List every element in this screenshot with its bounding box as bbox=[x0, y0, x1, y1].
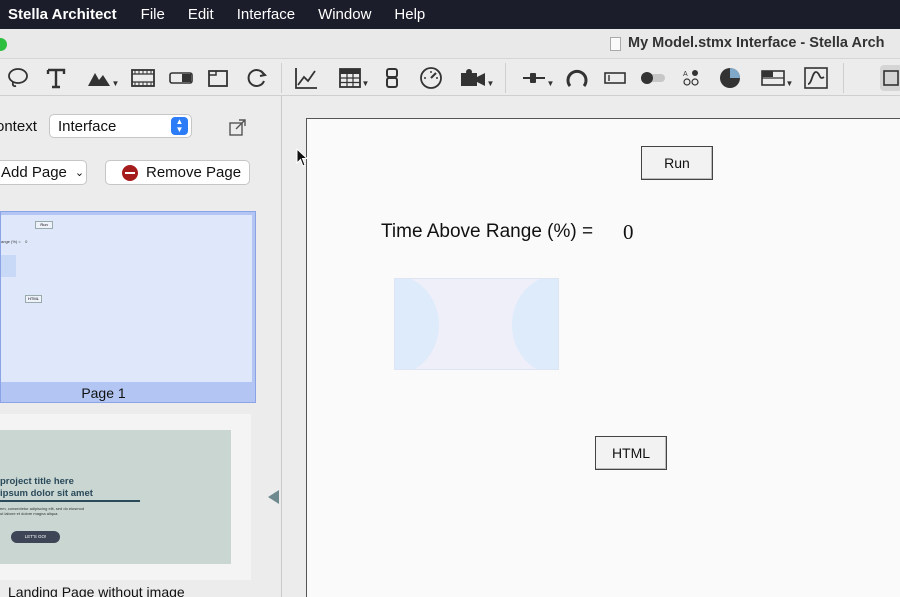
side-panel-toggle-icon[interactable] bbox=[880, 65, 900, 91]
slider-tool-icon[interactable]: ▼ bbox=[520, 65, 556, 91]
landing-body: em, consectetur adipiscing elit, sed do … bbox=[0, 506, 85, 516]
option-group-icon[interactable]: A bbox=[682, 65, 700, 91]
page-thumbnail-label: Landing Page without image bbox=[8, 584, 185, 597]
window-title: My Model.stmx Interface - Stella Arch bbox=[628, 35, 885, 51]
menu-edit[interactable]: Edit bbox=[188, 6, 214, 23]
page-thumbnail-label: Page 1 bbox=[81, 385, 126, 401]
remove-icon bbox=[122, 164, 138, 181]
container-tool-icon[interactable] bbox=[207, 65, 229, 91]
graphic-frame[interactable] bbox=[394, 278, 559, 370]
context-select-value: Interface bbox=[58, 118, 117, 135]
menu-file[interactable]: File bbox=[141, 6, 165, 23]
menu-help[interactable]: Help bbox=[394, 6, 425, 23]
mini-metric-text: ange (%) = 0 bbox=[1, 239, 28, 244]
pages-panel: ontext Interface ▲ ▼ Add Page ⌄ Remove Pa… bbox=[0, 96, 282, 597]
chevron-down-icon: ⌄ bbox=[74, 167, 85, 179]
page-thumbnail-selected[interactable]: Run ange (%) = 0 HTML Page 1 bbox=[0, 211, 256, 403]
list-input-icon[interactable]: ▼ bbox=[759, 65, 795, 91]
remove-page-label: Remove Page bbox=[146, 164, 242, 181]
graphical-input-icon[interactable] bbox=[803, 65, 829, 91]
context-select[interactable]: Interface ▲ ▼ bbox=[49, 114, 192, 138]
html-button[interactable]: HTML bbox=[595, 436, 667, 470]
page-thumbnail-preview: project title here ipsum dolor sit amet … bbox=[0, 430, 231, 564]
input-box-icon[interactable] bbox=[603, 65, 627, 91]
metric-value: 0 bbox=[623, 220, 634, 244]
svg-text:A: A bbox=[683, 71, 688, 78]
graphic-right-shape bbox=[512, 279, 558, 369]
popout-window-icon[interactable] bbox=[229, 118, 247, 136]
add-page-button[interactable]: Add Page ⌄ bbox=[0, 160, 87, 185]
collapse-panel-icon[interactable] bbox=[268, 490, 279, 504]
sketchable-time-icon[interactable]: ▼ bbox=[459, 65, 495, 91]
page-thumbnail[interactable]: project title here ipsum dolor sit amet … bbox=[0, 414, 251, 580]
numeric-display-icon[interactable] bbox=[383, 65, 401, 91]
app-window: Stella Architect File Edit Interface Win… bbox=[0, 0, 900, 597]
window-titlebar: My Model.stmx Interface - Stella Arch bbox=[0, 29, 900, 59]
add-page-label: Add Page bbox=[1, 164, 67, 181]
menu-window[interactable]: Window bbox=[318, 6, 371, 23]
zoom-window-button[interactable] bbox=[0, 38, 7, 51]
toolbar: ▼ ▼ ▼ ▼ A ▼ bbox=[0, 59, 900, 96]
landing-cta-button: LET'S GO! bbox=[11, 531, 60, 543]
menu-app-name[interactable]: Stella Architect bbox=[8, 6, 117, 23]
menu-interface[interactable]: Interface bbox=[237, 6, 295, 23]
button-tool-icon[interactable] bbox=[169, 65, 193, 91]
graph-tool-icon[interactable] bbox=[293, 65, 319, 91]
landing-divider bbox=[0, 500, 140, 502]
landing-heading: project title here bbox=[0, 476, 74, 487]
mouse-pointer-icon bbox=[296, 147, 309, 173]
text-tool-icon[interactable] bbox=[44, 65, 68, 91]
lasso-tool-icon[interactable] bbox=[6, 65, 30, 91]
page-thumbnail-preview: Run ange (%) = 0 HTML bbox=[1, 215, 252, 382]
image-tool-icon[interactable]: ▼ bbox=[86, 65, 120, 91]
table-tool-icon[interactable]: ▼ bbox=[337, 65, 371, 91]
loop-tool-icon[interactable] bbox=[245, 65, 269, 91]
switch-tool-icon[interactable] bbox=[640, 65, 666, 91]
mini-run-button: Run bbox=[35, 221, 53, 229]
interface-canvas[interactable]: Run Time Above Range (%) = 0 HTML bbox=[306, 118, 900, 597]
run-button[interactable]: Run bbox=[641, 146, 713, 180]
knob-tool-icon[interactable] bbox=[564, 65, 590, 91]
select-stepper-icon: ▲ ▼ bbox=[171, 117, 188, 135]
context-label: ontext bbox=[0, 118, 37, 135]
video-tool-icon[interactable] bbox=[130, 65, 156, 91]
mini-graphic bbox=[1, 255, 16, 277]
remove-page-button[interactable]: Remove Page bbox=[105, 160, 250, 185]
landing-subheading: ipsum dolor sit amet bbox=[0, 488, 93, 499]
document-icon bbox=[610, 37, 621, 51]
menu-bar: Stella Architect File Edit Interface Win… bbox=[0, 0, 900, 29]
gauge-icon[interactable] bbox=[418, 65, 444, 91]
pie-input-icon[interactable] bbox=[717, 65, 743, 91]
mini-html-button: HTML bbox=[25, 295, 42, 303]
metric-label: Time Above Range (%) = bbox=[381, 221, 594, 242]
graphic-left-shape bbox=[395, 279, 439, 369]
